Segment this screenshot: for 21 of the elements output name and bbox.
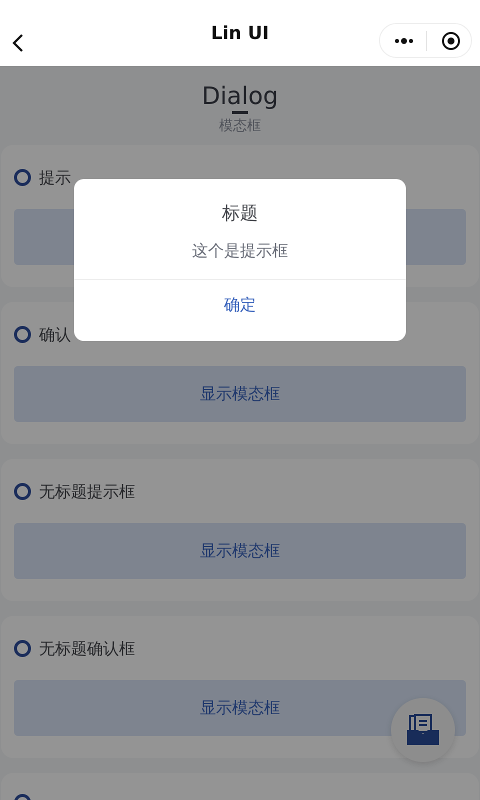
show-dialog-button[interactable]: 显示模态框: [14, 680, 466, 736]
ring-icon: [14, 483, 31, 500]
section-title: 无标题提示框: [39, 480, 135, 503]
ring-icon: [14, 169, 31, 186]
show-dialog-button[interactable]: 显示模态框: [14, 366, 466, 422]
ring-icon: [14, 326, 31, 344]
close-icon[interactable]: [441, 30, 461, 50]
show-dialog-button[interactable]: 显示模态框: [14, 522, 466, 579]
dialog-title: 标题: [221, 202, 259, 226]
title-underline: [232, 110, 248, 114]
header-title: Dialog: [200, 82, 280, 111]
section-title: 无标题确认框: [39, 638, 135, 660]
ring-icon: [14, 640, 31, 658]
dialog-message: 这个是提示框: [191, 240, 289, 262]
confirm-button[interactable]: 确定: [74, 280, 406, 330]
inbox-icon: [406, 714, 440, 746]
section-title: 确认: [39, 324, 71, 346]
more-icon[interactable]: [394, 36, 414, 44]
page-title: Lin UI: [210, 22, 270, 46]
header-subtitle: 模态框: [218, 116, 262, 136]
section-title: 提示: [39, 166, 71, 189]
